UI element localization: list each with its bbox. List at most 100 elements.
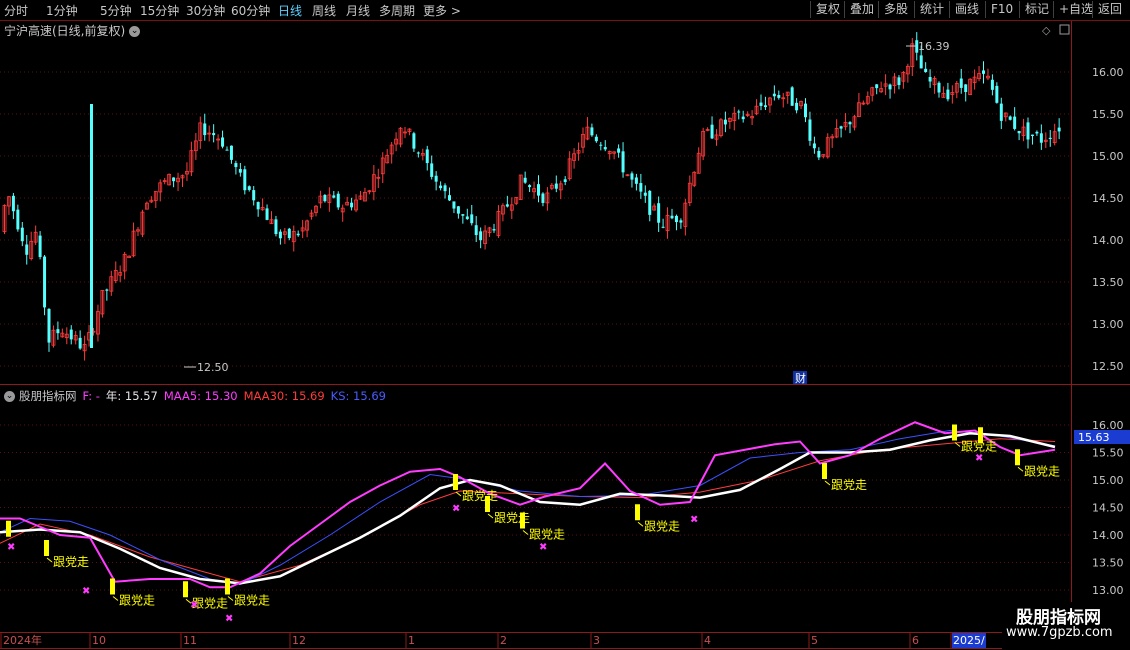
candle-body bbox=[839, 126, 843, 129]
x-axis-label: 2025/ bbox=[953, 634, 985, 647]
watermark-url: www.7gpzb.com bbox=[1006, 625, 1113, 640]
price-tick-label: 14.00 bbox=[1092, 234, 1124, 247]
candle-body bbox=[817, 150, 821, 158]
price-annotations: 16.39 12.50 财 bbox=[184, 40, 950, 385]
layout-icon[interactable] bbox=[1059, 24, 1070, 35]
candle-body bbox=[278, 231, 282, 239]
candle-body bbox=[959, 78, 963, 88]
signal-arrow bbox=[455, 491, 462, 497]
cross-marker: ✖ bbox=[190, 600, 198, 611]
signal-arrow bbox=[112, 596, 119, 601]
indicator-y-ticks: 16.0015.5015.0014.5014.0013.5013.00 bbox=[1092, 419, 1124, 597]
candle-body bbox=[630, 173, 634, 180]
candle-body bbox=[759, 102, 763, 106]
candle-body bbox=[777, 95, 781, 98]
candle-body bbox=[1057, 127, 1061, 132]
candle-body bbox=[919, 55, 923, 69]
indicator-name: 股朋指标网 bbox=[19, 389, 77, 403]
candle-body bbox=[56, 329, 60, 334]
candle-body bbox=[537, 184, 540, 196]
candle-body bbox=[43, 256, 47, 308]
candle-body bbox=[999, 103, 1003, 121]
price-tick-label: 15.00 bbox=[1092, 150, 1124, 163]
candle-body bbox=[434, 175, 438, 182]
candle-body bbox=[541, 193, 545, 203]
indicator-grid bbox=[0, 424, 1071, 591]
low-price-label: 12.50 bbox=[197, 361, 229, 374]
candle-body bbox=[461, 214, 465, 216]
signal-label: 跟党走 bbox=[119, 593, 155, 608]
x-axis-label: 4 bbox=[704, 634, 711, 647]
cross-marker: ✖ bbox=[539, 542, 547, 553]
x-axis-label: 2 bbox=[500, 634, 507, 647]
indicator-maa30: MAA30: 15.69 bbox=[243, 389, 325, 403]
candle-body bbox=[287, 228, 291, 239]
signal-bar bbox=[453, 474, 458, 490]
indicator-year: 年: 15.57 bbox=[105, 389, 158, 403]
signal-bar bbox=[1015, 449, 1020, 466]
candle-body bbox=[479, 231, 483, 241]
candle-body bbox=[937, 82, 941, 93]
candle-body bbox=[928, 77, 932, 82]
x-axis-label: 6 bbox=[912, 634, 919, 647]
candle-body bbox=[723, 119, 727, 125]
indicator-maa5: MAA5: 15.30 bbox=[163, 389, 238, 403]
candle-body bbox=[1048, 137, 1052, 139]
candle-body bbox=[234, 163, 238, 168]
candle-body bbox=[875, 84, 879, 89]
signal-arrow bbox=[522, 530, 529, 535]
signal-label: 跟党走 bbox=[462, 488, 498, 503]
candle-body bbox=[47, 308, 51, 343]
candle-body bbox=[296, 233, 300, 236]
candle-body bbox=[590, 127, 594, 136]
signal-bar bbox=[520, 512, 525, 529]
candle-body bbox=[470, 214, 474, 224]
candle-body bbox=[964, 84, 968, 93]
x-axis-label: 1 bbox=[408, 634, 415, 647]
indicator-tick-label: 13.50 bbox=[1092, 557, 1124, 570]
candle-body bbox=[1026, 122, 1030, 140]
candle-body bbox=[20, 227, 24, 242]
candle-body bbox=[252, 190, 256, 201]
year-line bbox=[0, 431, 1056, 585]
signal-arrow bbox=[1017, 466, 1024, 472]
price-tick-label: 13.00 bbox=[1092, 318, 1124, 331]
candle-body bbox=[657, 203, 661, 223]
candle-body bbox=[256, 202, 260, 210]
high-price-label: 16.39 bbox=[918, 40, 950, 53]
signal-arrow bbox=[637, 521, 644, 527]
candle-body bbox=[25, 244, 29, 255]
current-value-badge: 15.63 bbox=[1078, 431, 1110, 444]
candle-body bbox=[247, 186, 251, 190]
x-axis-label: 3 bbox=[593, 634, 600, 647]
cross-marker: ✖ bbox=[452, 504, 460, 515]
signal-bar bbox=[110, 578, 115, 595]
candle-body bbox=[982, 70, 985, 74]
candle-body bbox=[763, 105, 767, 108]
signal-label: 跟党走 bbox=[529, 527, 565, 542]
candle-body bbox=[621, 151, 625, 173]
signal-arrow bbox=[487, 513, 494, 519]
candle-body bbox=[795, 102, 799, 111]
candle-body bbox=[599, 144, 603, 146]
candle-body bbox=[1039, 133, 1043, 143]
x-axis-label: 10 bbox=[92, 634, 106, 647]
indicator-tick-label: 15.00 bbox=[1092, 474, 1124, 487]
candle-body bbox=[674, 215, 678, 223]
x-axis-label: 11 bbox=[183, 634, 197, 647]
cross-marker: ✖ bbox=[690, 515, 698, 526]
signal-bar bbox=[183, 581, 188, 598]
candle-body bbox=[439, 185, 443, 189]
signal-label: 跟党走 bbox=[831, 477, 867, 492]
candle-body bbox=[1035, 131, 1039, 134]
candle-body bbox=[323, 194, 327, 202]
indicator-dropdown-icon[interactable]: ⌄ bbox=[4, 391, 15, 402]
indicator-signals: 跟党走跟党走 跟党走 跟党走跟党走跟党走跟党走跟党走跟党走跟党走跟党走✖✖✖✖✖✖✖… bbox=[6, 424, 1130, 625]
candle-body bbox=[634, 177, 638, 184]
indicator-tick-label: 14.50 bbox=[1092, 502, 1124, 515]
candle-body bbox=[990, 79, 994, 90]
candle-body bbox=[1013, 116, 1017, 129]
diamond-icon[interactable]: ◇ bbox=[1042, 24, 1051, 37]
candle-body bbox=[225, 149, 229, 151]
x-axis-label: 2024年 bbox=[3, 633, 42, 647]
